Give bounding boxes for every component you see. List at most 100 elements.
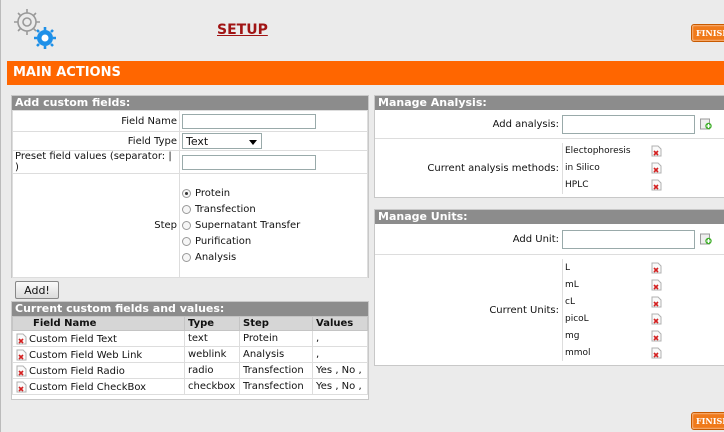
current-fields-table: Field Name Type Step Values Custom Field… bbox=[12, 316, 368, 395]
list-item: mL bbox=[565, 276, 664, 293]
delete-icon[interactable] bbox=[651, 162, 662, 174]
field-values-cell: Yes , No , bbox=[312, 362, 368, 379]
field-step-cell: Transfection bbox=[239, 362, 313, 379]
step-option-label: Protein bbox=[195, 188, 231, 199]
add-unit-plus-icon[interactable] bbox=[700, 233, 712, 245]
unit-name: mmol bbox=[565, 347, 591, 358]
analysis-method-name: HPLC bbox=[565, 180, 589, 190]
step-radio[interactable] bbox=[182, 253, 191, 262]
step-option[interactable]: Supernatant Transfer bbox=[182, 218, 365, 234]
delete-icon[interactable] bbox=[651, 347, 662, 359]
unit-name: L bbox=[565, 262, 571, 273]
field-type-cell: checkbox bbox=[184, 378, 240, 395]
analysis-methods-list: Electophoresis in Silico HPLC bbox=[562, 142, 664, 194]
step-radio-group: Protein Transfection Supernatant Transfer P… bbox=[179, 173, 368, 278]
chevron-down-icon bbox=[249, 140, 257, 145]
step-option[interactable]: Protein bbox=[182, 186, 365, 202]
list-item: mmol bbox=[565, 344, 664, 361]
preset-values-label: Preset field values (separator: | ) bbox=[12, 150, 180, 174]
delete-icon[interactable] bbox=[16, 333, 27, 345]
delete-icon[interactable] bbox=[651, 145, 662, 157]
step-label: Step bbox=[12, 173, 180, 278]
column-header-step: Step bbox=[239, 316, 313, 331]
list-item: Electophoresis bbox=[565, 143, 664, 160]
table-row: Custom Field Radio radio Transfection Yes ,… bbox=[12, 362, 368, 379]
field-values-cell: Yes , No , bbox=[312, 378, 368, 395]
delete-icon[interactable] bbox=[651, 279, 662, 291]
add-unit-input[interactable] bbox=[562, 229, 695, 249]
page-title[interactable]: SETUP bbox=[217, 22, 268, 38]
analysis-panel: Manage Analysis: Add analysis: Current a… bbox=[374, 95, 724, 198]
table-row: Custom Field CheckBox checkbox Transfectio… bbox=[12, 378, 368, 395]
field-name-text: Custom Field Text bbox=[29, 333, 117, 345]
field-name-cell: Custom Field Text bbox=[12, 330, 185, 347]
step-option-label: Purification bbox=[195, 236, 252, 247]
list-item: mg bbox=[565, 327, 664, 344]
field-name-cell: Custom Field CheckBox bbox=[12, 378, 185, 395]
field-name-label: Field Name bbox=[12, 110, 180, 132]
delete-icon[interactable] bbox=[651, 330, 662, 342]
field-step-cell: Analysis bbox=[239, 346, 313, 363]
field-type-select[interactable]: Text bbox=[182, 133, 262, 149]
current-units-label: Current Units: bbox=[489, 304, 559, 316]
step-radio[interactable] bbox=[182, 205, 191, 214]
field-name-cell: Custom Field Radio bbox=[12, 362, 185, 379]
delete-icon[interactable] bbox=[16, 349, 27, 361]
list-item: cL bbox=[565, 293, 664, 310]
step-option-label: Transfection bbox=[195, 204, 256, 215]
field-type-cell: text bbox=[184, 330, 240, 347]
units-panel: Manage Units: Add Unit: Current Units: L… bbox=[374, 209, 724, 366]
field-name-text: Custom Field Radio bbox=[29, 365, 125, 377]
field-type-cell: weblink bbox=[184, 346, 240, 363]
step-option-label: Analysis bbox=[195, 252, 237, 263]
field-step-cell: Transfection bbox=[239, 378, 313, 395]
column-header-type: Type bbox=[184, 316, 240, 331]
step-option[interactable]: Purification bbox=[182, 234, 365, 250]
add-analysis-input[interactable] bbox=[562, 114, 695, 134]
step-option[interactable]: Analysis bbox=[182, 250, 365, 266]
step-option[interactable]: Transfection bbox=[182, 202, 365, 218]
unit-name: picoL bbox=[565, 313, 589, 324]
list-item: picoL bbox=[565, 310, 664, 327]
field-name-input[interactable] bbox=[182, 113, 316, 129]
delete-icon[interactable] bbox=[16, 365, 27, 377]
units-heading: Manage Units: bbox=[375, 210, 724, 224]
units-list: LmL cL picoL mg mmol bbox=[562, 259, 664, 361]
field-name-text: Custom Field CheckBox bbox=[29, 381, 147, 393]
list-item: L bbox=[565, 259, 664, 276]
step-radio[interactable] bbox=[182, 237, 191, 246]
field-type-cell: radio bbox=[184, 362, 240, 379]
step-radio[interactable] bbox=[182, 189, 191, 198]
column-header-field-name: Field Name bbox=[12, 316, 185, 331]
step-radio[interactable] bbox=[182, 221, 191, 230]
field-name-text: Custom Field Web Link bbox=[29, 349, 143, 361]
add-unit-label: Add Unit: bbox=[512, 233, 559, 245]
delete-icon[interactable] bbox=[651, 313, 662, 325]
delete-icon[interactable] bbox=[651, 179, 662, 191]
setup-page: SETUP FINISH MAIN ACTIONS Add custom fie… bbox=[0, 0, 724, 432]
finish-button-bottom[interactable]: FINISH bbox=[691, 412, 724, 430]
unit-name: cL bbox=[565, 296, 575, 307]
current-analysis-label: Current analysis methods: bbox=[427, 162, 559, 174]
main-actions-bar: MAIN ACTIONS bbox=[7, 61, 724, 85]
preset-values-input[interactable] bbox=[182, 154, 316, 170]
add-analysis-plus-icon[interactable] bbox=[700, 118, 712, 130]
field-type-label: Field Type bbox=[12, 131, 180, 151]
step-option-label: Supernatant Transfer bbox=[195, 220, 301, 231]
current-fields-heading: Current custom fields and values: bbox=[12, 302, 368, 316]
custom-fields-form: Field Name Field Type Text Preset field … bbox=[12, 110, 368, 278]
delete-icon[interactable] bbox=[651, 262, 662, 274]
field-name-cell: Custom Field Web Link bbox=[12, 346, 185, 363]
delete-icon[interactable] bbox=[16, 381, 27, 393]
list-item: HPLC bbox=[565, 177, 664, 194]
delete-icon[interactable] bbox=[651, 296, 662, 308]
current-fields-panel: Current custom fields and values: Field … bbox=[11, 301, 369, 400]
analysis-method-name: in Silico bbox=[565, 163, 600, 173]
add-custom-field-button[interactable]: Add! bbox=[15, 281, 59, 299]
custom-fields-panel: Add custom fields: Field Name Field Type… bbox=[11, 95, 369, 278]
settings-gears-icon bbox=[7, 4, 65, 50]
column-header-values: Values bbox=[312, 316, 368, 331]
add-analysis-label: Add analysis: bbox=[492, 118, 559, 130]
finish-button-top[interactable]: FINISH bbox=[691, 24, 724, 42]
table-row: Custom Field Text text Protein, bbox=[12, 330, 368, 347]
